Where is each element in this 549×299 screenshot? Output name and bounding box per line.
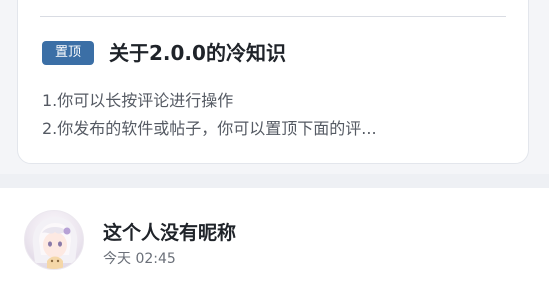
post-line-2: 2.你发布的软件或帖子，你可以置顶下面的评... [42,119,377,138]
post-line-1: 1.你可以长按评论进行操作 [42,91,234,110]
card-divider [40,16,506,17]
comments-page: 置顶 关于2.0.0的冷知识 1.你可以长按评论进行操作 2.你发布的软件或帖子… [0,0,549,299]
comment-item[interactable]: 这个人没有昵称 今天 02:45 [0,188,549,299]
anime-avatar-icon[interactable] [24,210,84,270]
post-title: 关于2.0.0的冷知识 [109,41,286,65]
pinned-badge: 置顶 [42,41,94,65]
pinned-post-card[interactable]: 置顶 关于2.0.0的冷知识 1.你可以长按评论进行操作 2.你发布的软件或帖子… [17,0,529,164]
comment-timestamp: 今天 02:45 [103,251,176,267]
comment-author-nickname[interactable]: 这个人没有昵称 [103,220,236,246]
section-gap [0,174,549,188]
